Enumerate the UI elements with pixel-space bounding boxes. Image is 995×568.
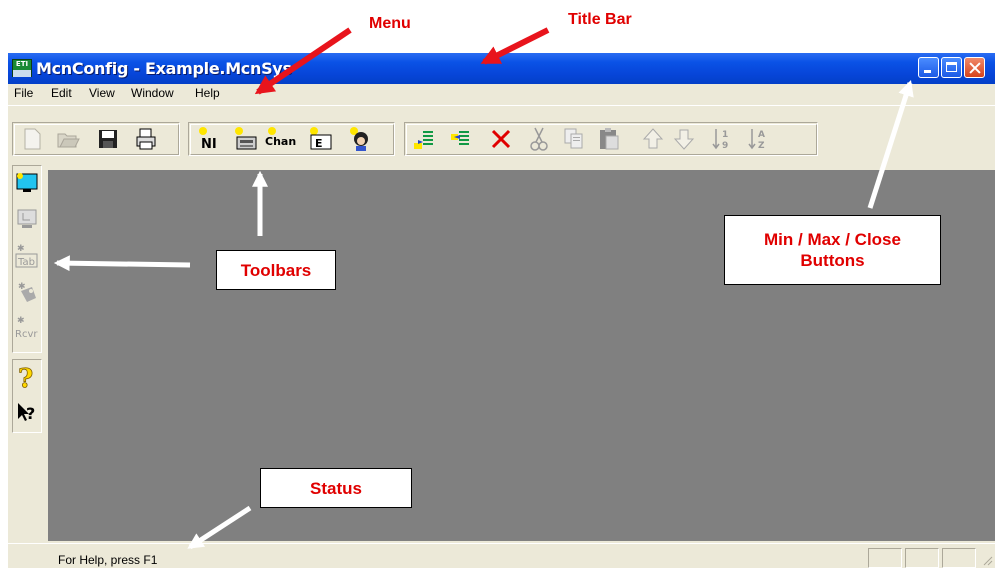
help-icon[interactable]: ? [14,362,40,392]
svg-text:✱: ✱ [17,244,25,254]
status-pane-1 [868,548,902,568]
tag-view-icon[interactable]: ✱ [14,277,40,307]
minimize-button[interactable] [918,57,939,78]
title-bar-annotation: Title Bar [568,11,632,28]
new-ni-icon[interactable]: NI [196,125,220,153]
min-max-close-annotation-line2: Buttons [800,251,865,270]
title-bar[interactable]: ETI McnConfig - Example.McnSys [8,53,995,84]
insert-before-icon[interactable] [448,125,472,153]
new-e-icon[interactable]: E [308,125,332,153]
status-pane-2 [905,548,939,568]
svg-text:?: ? [26,404,35,423]
tab-view-icon[interactable]: ✱ Tab [14,241,40,271]
menu-view[interactable]: View [89,86,115,100]
cut-icon[interactable] [527,125,551,153]
new-channel-icon[interactable]: Chan [264,125,298,153]
left-toolbar: ✱ Tab ✱ ✱ Rcvr ? ? [8,163,46,543]
menu-file[interactable]: File [14,86,33,100]
move-down-icon[interactable] [672,125,696,153]
sort-alpha-icon[interactable]: AZ [746,125,770,153]
menu-window[interactable]: Window [131,86,174,100]
svg-text:Tab: Tab [17,257,35,268]
svg-text:✱: ✱ [17,316,25,326]
status-text: For Help, press F1 [58,553,158,567]
toolbars-callout: Toolbars [216,250,336,290]
svg-text:Rcvr: Rcvr [15,329,38,340]
svg-text:A: A [758,130,765,140]
svg-text:9: 9 [722,141,728,151]
new-user-icon[interactable] [347,125,371,153]
min-max-close-callout: Min / Max / Close Buttons [724,215,941,285]
menu-help[interactable]: Help [195,86,220,100]
menu-annotation: Menu [369,15,411,32]
window-title: McnConfig - Example.McnSys [36,59,292,78]
status-bar: For Help, press F1 [8,543,995,568]
save-icon[interactable] [96,125,120,153]
menu-edit[interactable]: Edit [51,86,72,100]
min-max-close-annotation-line1: Min / Max / Close [764,230,901,249]
resize-grip-icon[interactable] [983,556,993,566]
menu-bar: File Edit View Window Help [8,84,995,104]
svg-text:1: 1 [722,130,728,140]
app-icon[interactable]: ETI [12,59,32,77]
svg-text:NI: NI [201,137,217,152]
paste-icon[interactable] [597,125,621,153]
edit-view-icon[interactable] [14,204,40,234]
toolbars-annotation: Toolbars [240,260,312,280]
open-icon[interactable] [56,125,80,153]
insert-after-icon[interactable] [412,125,436,153]
print-icon[interactable] [134,125,158,153]
delete-icon[interactable] [489,125,513,153]
status-annotation: Status [310,478,362,498]
svg-text:E: E [315,137,323,150]
copy-icon[interactable] [562,125,586,153]
move-up-icon[interactable] [641,125,665,153]
status-callout: Status [260,468,412,508]
svg-text:Chan: Chan [265,135,296,148]
new-icon[interactable] [20,125,44,153]
receiver-view-icon[interactable]: ✱ Rcvr [14,313,40,343]
svg-text:?: ? [18,364,33,391]
context-help-icon[interactable]: ? [14,398,40,428]
sort-numeric-icon[interactable]: 19 [710,125,734,153]
app-window: ETI McnConfig - Example.McnSys File Edit… [8,53,995,568]
main-toolbar: NI Chan E 1 9 A Z [8,105,995,164]
close-button[interactable] [964,57,985,78]
svg-text:Z: Z [758,141,765,151]
status-pane-3 [942,548,976,568]
monitor-view-icon[interactable] [14,168,40,198]
maximize-button[interactable] [941,57,962,78]
new-device-icon[interactable] [233,125,257,153]
